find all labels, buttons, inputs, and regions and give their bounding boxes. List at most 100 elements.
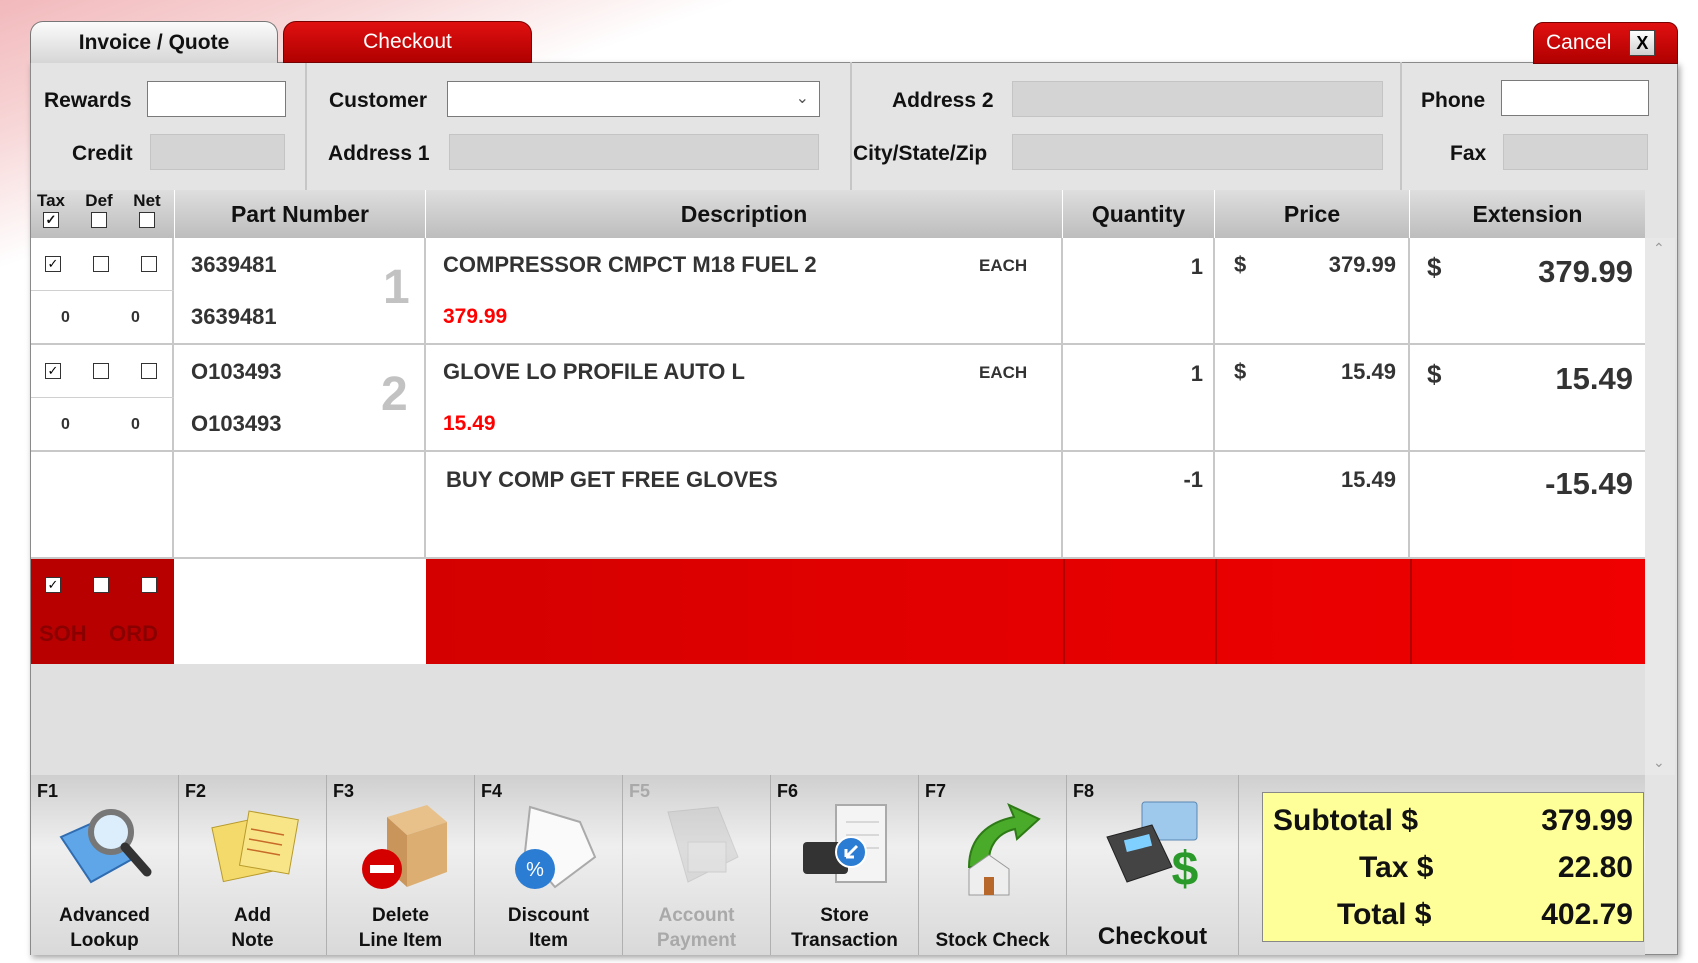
ord-label: ORD [109,621,158,646]
def-header[interactable]: Def [84,192,114,228]
soh-value: 0 [61,416,70,433]
price: 15.49 [1340,359,1396,384]
fax-label: Fax [1450,142,1487,165]
scroll-up-icon[interactable]: ⌃ [1653,240,1665,257]
tax-checkbox[interactable]: ✓ [45,577,61,593]
subtotal-label: Subtotal $ [1273,803,1419,837]
divider [850,62,852,192]
line-number: 2 [381,368,408,421]
unit: EACH [979,363,1028,382]
customer-select[interactable]: ⌄ [447,81,820,117]
price-currency: $ [1234,359,1247,384]
city-state-zip-label: City/State/Zip [853,142,988,165]
table-row[interactable]: BUY COMP GET FREE GLOVES -1 15.49 -15.49 [31,452,1645,559]
account-payment-icon [667,806,739,883]
promo-extension: -15.49 [1545,466,1633,501]
stock-check-icon [967,803,1041,896]
description: COMPRESSOR CMPCT M18 FUEL 2 [443,252,817,277]
def-checkbox[interactable] [93,256,109,272]
phone-input[interactable] [1501,80,1649,116]
notes-icon [211,810,299,883]
stock-check-button[interactable]: F7 Stock Check [919,775,1067,955]
subtotal-value: 379.99 [1541,803,1633,837]
list-price: 15.49 [443,412,496,435]
net-checkbox[interactable] [141,363,157,379]
checkout-terminal-icon: $ [1106,801,1199,896]
divider [1400,62,1402,192]
advanced-lookup-button[interactable]: F1 Advanced Lookup [31,775,179,955]
quantity-header[interactable]: Quantity [1063,190,1215,238]
rewards-label: Rewards [44,89,132,112]
net-header[interactable]: Net [132,192,162,228]
part-number-alt: 3639481 [191,304,277,329]
net-checkbox[interactable] [141,577,157,593]
account-payment-button[interactable]: F5 Account Payment [623,775,771,955]
new-line-entry-row[interactable]: ✓ SOH ORD [31,559,1645,664]
description: GLOVE LO PROFILE AUTO L [443,359,745,384]
def-all-checkbox[interactable] [91,211,107,228]
part-number-header[interactable]: Part Number [174,190,426,238]
total-label: Total $ [1337,897,1432,931]
description-header[interactable]: Description [426,190,1063,238]
address1-label: Address 1 [328,142,430,165]
promo-description: BUY COMP GET FREE GLOVES [446,467,778,492]
quantity: 1 [1190,361,1203,386]
tab-checkout[interactable]: Checkout [283,21,532,63]
store-transaction-icon [803,804,887,883]
extension: 379.99 [1538,254,1633,289]
soh-value: 0 [61,309,70,326]
promo-quantity: -1 [1183,467,1203,492]
credit-label: Credit [72,142,133,165]
part-number: O103493 [191,359,282,384]
svg-text:$: $ [1172,843,1199,896]
chevron-down-icon: ⌄ [795,90,809,107]
grid-scrollbar[interactable]: ⌃ ⌄ [1645,238,1675,775]
address2-field [1012,81,1383,117]
price-header[interactable]: Price [1215,190,1410,238]
address2-label: Address 2 [892,89,994,112]
net-all-checkbox[interactable] [139,211,155,228]
totals-panel: Subtotal $ 379.99 Tax $ 22.80 Total $ 402.7… [1262,792,1644,942]
net-checkbox[interactable] [141,256,157,272]
checkout-button[interactable]: F8 $ Checkout [1067,775,1239,955]
soh-label: SOH [39,621,87,646]
def-checkbox[interactable] [93,363,109,379]
list-price: 379.99 [443,305,508,328]
part-number-alt: O103493 [191,411,282,436]
rewards-input[interactable] [147,81,286,117]
ord-value: 0 [131,416,140,433]
extension-currency: $ [1427,359,1442,389]
divider [305,62,307,192]
tax-header[interactable]: Tax ✓ [36,192,66,228]
cancel-label: Cancel [1546,31,1612,54]
tax-checkbox[interactable]: ✓ [45,256,61,272]
discount-icon: % [515,805,597,889]
scroll-down-icon[interactable]: ⌄ [1653,754,1665,771]
store-transaction-button[interactable]: F6 Store Transaction [771,775,919,955]
line-items-grid: ✓ 0 0 3639481 3639481 1 COMPRESSOR CMPCT… [31,238,1645,775]
extension-currency: $ [1427,252,1442,282]
cancel-button[interactable]: Cancel X [1533,22,1678,64]
tax-all-checkbox[interactable]: ✓ [43,211,59,228]
tax-checkbox[interactable]: ✓ [45,363,61,379]
part-number-input[interactable] [174,559,426,664]
address1-field [449,134,819,170]
tab-invoice-quote[interactable]: Invoice / Quote [30,21,278,63]
def-checkbox[interactable] [93,577,109,593]
add-note-button[interactable]: F2 Add Note [179,775,327,955]
delete-line-item-button[interactable]: F3 Delete Line Item [327,775,475,955]
price: 379.99 [1328,252,1396,277]
promo-price: 15.49 [1340,467,1396,492]
table-row[interactable]: ✓ 0 0 3639481 3639481 1 COMPRESSOR CMPCT… [31,238,1645,345]
close-icon[interactable]: X [1629,30,1656,56]
grid-header: Tax ✓ Def Net Part Number Description Qua… [31,190,1645,238]
line-number: 1 [383,261,410,314]
box-delete-icon [362,805,447,889]
extension-header[interactable]: Extension [1410,190,1645,238]
table-row[interactable]: ✓ 0 0 O103493 O103493 2 GLOVE LO PROFILE… [31,345,1645,452]
discount-item-button[interactable]: F4 % Discount Item [475,775,623,955]
fax-field [1503,134,1648,170]
tax-label: Tax $ [1359,850,1434,884]
price-currency: $ [1234,252,1247,277]
unit: EACH [979,256,1028,275]
